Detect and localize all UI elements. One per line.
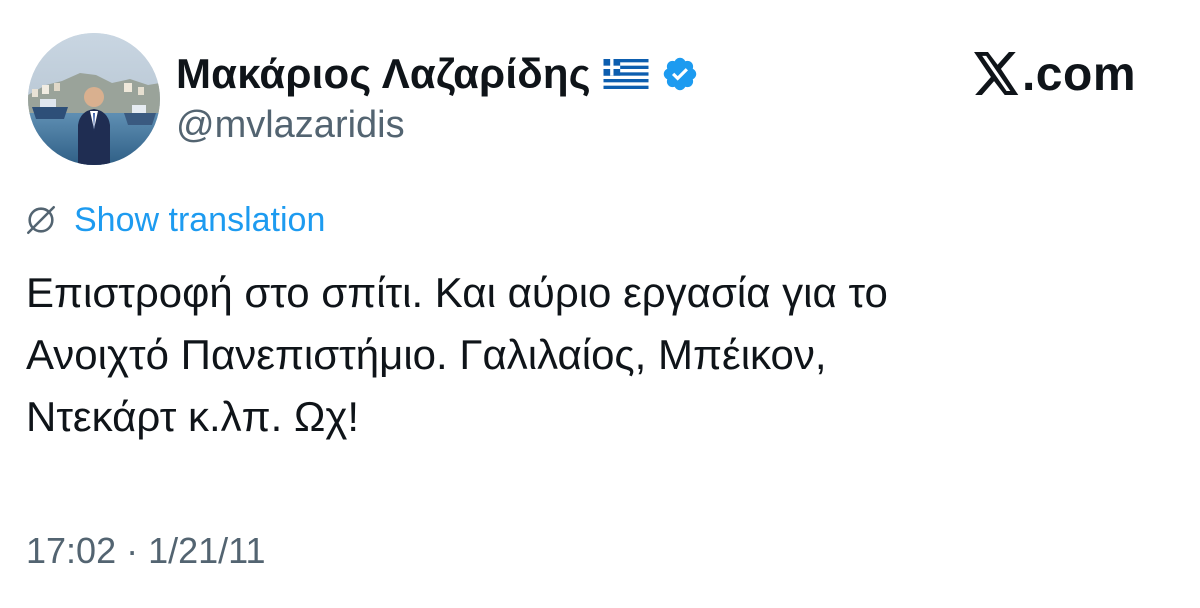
avatar[interactable] [28,33,160,165]
globe-slash-icon [24,203,58,237]
show-translation-button[interactable]: Show translation [24,198,325,242]
author-display-name[interactable]: Μακάριος Λαζαρίδης [176,50,591,98]
author-handle[interactable]: @mvlazaridis [176,104,405,147]
brand-domain-text: .com [1021,47,1136,101]
author-name-row: Μακάριος Λαζαρίδης [176,48,699,100]
tweet-text-line: Επιστροφή στο σπίτι. Και αύριο εργασία γ… [26,269,888,316]
tweet-card: Μακάριος Λαζαρίδης @mvlazaridis .com Sho… [0,0,1200,608]
x-logo-icon [974,52,1020,96]
tweet-text: Επιστροφή στο σπίτι. Και αύριο εργασία γ… [26,262,1166,448]
tweet-timestamp[interactable]: 17:02 · 1/21/11 [26,530,266,572]
tweet-text-line: Ανοιχτό Πανεπιστήμιο. Γαλιλαίος, Μπέικον… [26,331,827,378]
x-brand-logo: .com [974,47,1136,101]
greek-flag-icon [603,59,649,89]
verified-badge-icon[interactable] [661,55,699,93]
show-translation-label[interactable]: Show translation [74,201,325,240]
tweet-text-line: Ντεκάρτ κ.λπ. Ωχ! [26,393,360,440]
